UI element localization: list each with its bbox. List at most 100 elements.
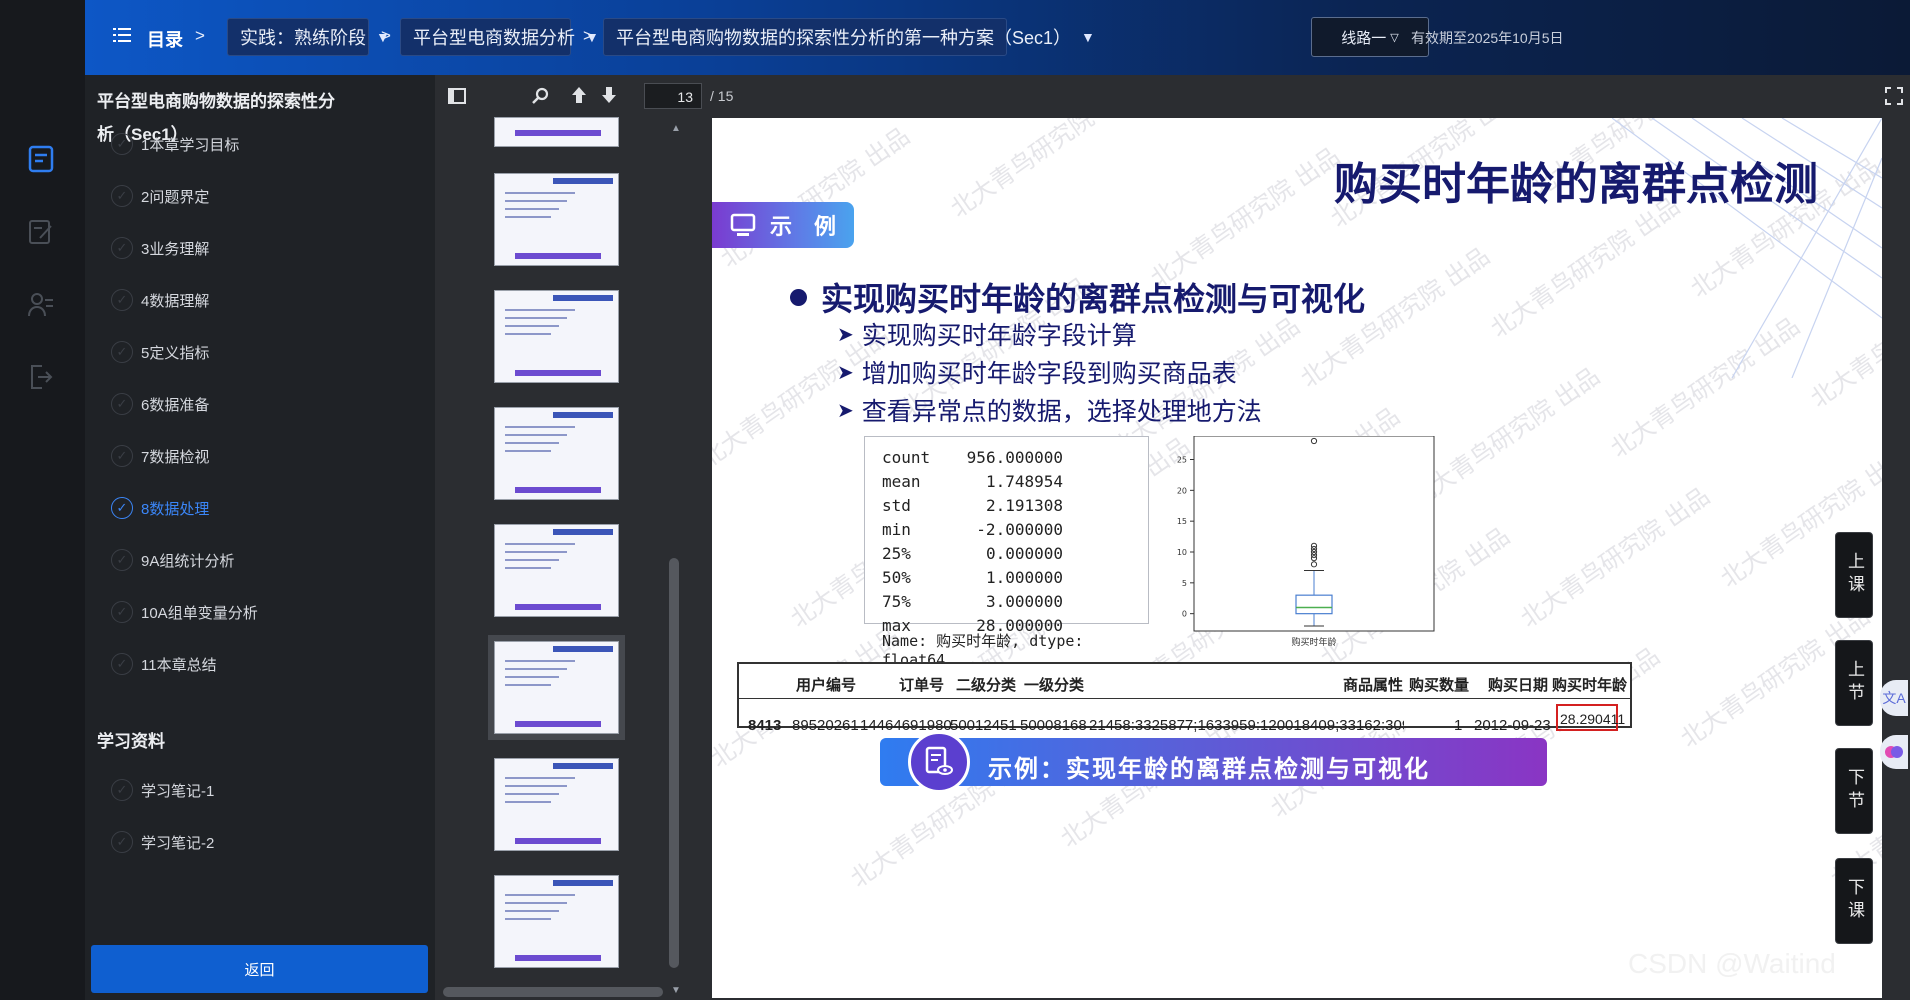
chapter-item[interactable]: ✓ 9A组统计分析 (111, 548, 234, 572)
thumb-text-line (505, 660, 575, 662)
crumb-section-select[interactable]: 平台型电商购物数据的探索性分析的第一种方案（Sec1） ▼ (603, 18, 1095, 56)
chapter-sidebar: 平台型电商购物数据的探索性分 析（Sec1） ✓ 1本章学习目标 ✓ 2问题界定 ✓ 3业… (85, 75, 435, 1000)
chapter-item[interactable]: ✓ 3业务理解 (111, 236, 209, 260)
table-header: 购买数量 (1409, 677, 1470, 694)
horizontal-scrollbar[interactable] (443, 987, 663, 997)
heading-text: 实现购买时年龄的离群点检测与可视化 (821, 281, 1366, 317)
page-number-input[interactable]: 13 (644, 83, 702, 109)
bullet-text: 查看异常点的数据，选择处理地方法 (861, 398, 1262, 426)
brain-icon[interactable] (1880, 735, 1908, 769)
check-circle-icon: ✓ (111, 831, 133, 853)
monitor-icon (730, 213, 756, 236)
bullet-item: ➤ 增加购买时年龄字段到购买商品表 (837, 354, 1237, 390)
chapter-item[interactable]: ✓ 4数据理解 (111, 288, 209, 312)
stat-row: mean 1.748954 (882, 469, 1148, 493)
thumb-title-bar (553, 529, 613, 535)
material-item[interactable]: ✓ 学习笔记-1 (111, 778, 214, 802)
thumbnail-panel: ▲ ▼ (435, 75, 688, 1000)
thumb-text-line (505, 910, 559, 912)
previous-page-icon[interactable] (569, 85, 589, 110)
edit-notes-icon[interactable] (22, 213, 60, 251)
thumb-text-line (505, 801, 551, 803)
materials-heading: 学习资料 (97, 732, 165, 751)
banner-text: 示例：实现年龄的离群点检测与可视化 (988, 756, 1430, 783)
thumb-title-bar (553, 178, 613, 184)
stat-row: 75% 3.000000 (882, 589, 1148, 613)
side-nav-button[interactable]: 上节 (1835, 640, 1873, 726)
arrow-bullet-icon: ➤ (837, 361, 854, 384)
chapter-item[interactable]: ✓ 5定义指标 (111, 340, 209, 364)
page-thumbnail[interactable] (494, 290, 619, 383)
page-thumbnail[interactable] (494, 117, 619, 147)
page-thumbnail[interactable] (494, 875, 619, 968)
chapter-label: 8数据处理 (141, 500, 210, 518)
side-nav-button[interactable]: 下课 (1835, 858, 1873, 944)
material-item[interactable]: ✓ 学习笔记-2 (111, 830, 214, 854)
chapter-item[interactable]: ✓ 11本章总结 (111, 652, 217, 676)
thumb-footer-bar (515, 487, 601, 493)
table-header: 商品属性 (1343, 677, 1404, 694)
crumb-course-select[interactable]: 平台型电商数据分析 ▼ (400, 18, 599, 56)
chapter-label: 3业务理解 (141, 240, 210, 258)
course-title-line: 平台型电商购物数据的探索性分 (97, 92, 335, 111)
menu-icon[interactable] (113, 26, 131, 49)
thumb-footer-bar (515, 370, 601, 376)
material-label: 学习笔记-1 (141, 782, 215, 800)
thumb-text-line (505, 333, 551, 335)
side-nav-button[interactable]: 下节 (1835, 748, 1873, 834)
csdn-watermark: CSDN @Waitind (1628, 948, 1836, 979)
x-axis-label: 购买时年龄 (1291, 636, 1336, 648)
stat-row: count 956.000000 (882, 445, 1148, 469)
stat-key: 50% (882, 567, 911, 587)
chapter-label: 1本章学习目标 (141, 136, 240, 154)
thumb-text-line (505, 426, 575, 428)
thumb-text-line (505, 543, 575, 545)
page-thumbnail[interactable] (488, 635, 625, 740)
bottom-banner: 示例：实现年龄的离群点检测与可视化 (880, 738, 1547, 786)
thumb-text-line (505, 793, 559, 795)
chapter-item[interactable]: ✓ 2问题界定 (111, 184, 209, 208)
arrow-bullet-icon: ➤ (837, 399, 854, 422)
chapter-label: 4数据理解 (141, 292, 210, 310)
slide-page: 北大青鸟研究院 出品 北大青鸟研究院 出品 北大青鸟研究院 出品 北大青鸟研究院 出品… (712, 118, 1882, 998)
chapter-item[interactable]: ✓ 6数据准备 (111, 392, 209, 416)
chapter-label: 7数据检视 (141, 448, 210, 466)
exit-icon[interactable] (22, 358, 60, 396)
page-thumbnail[interactable] (494, 173, 619, 266)
chapter-item[interactable]: ✓ 8数据处理 (111, 496, 209, 520)
y-tick-label: 25 (1177, 456, 1187, 465)
search-icon[interactable] (531, 86, 551, 111)
route-label: 线路一 (1341, 29, 1387, 47)
y-tick-label: 20 (1177, 486, 1187, 495)
crumb-stage-select[interactable]: 实践：熟练阶段 ▼ (227, 18, 390, 56)
side-nav-button[interactable]: 上课 (1835, 532, 1873, 618)
chapter-item[interactable]: ✓ 10A组单变量分析 (111, 600, 258, 624)
table-cell: 50012451 (950, 717, 1017, 734)
document-icon[interactable] (22, 140, 60, 178)
chapter-label: 2问题界定 (141, 188, 210, 206)
menu-label[interactable]: 目录 (147, 26, 183, 52)
scroll-up-arrow-icon[interactable]: ▲ (671, 123, 681, 134)
thumb-text-line (505, 676, 559, 678)
next-page-icon[interactable] (599, 85, 619, 110)
chapter-item[interactable]: ✓ 7数据检视 (111, 444, 209, 468)
chapter-item[interactable]: ✓ 1本章学习目标 (111, 132, 239, 156)
chevron-down-icon: ▽ (1390, 31, 1399, 44)
check-circle-icon: ✓ (111, 185, 133, 207)
scroll-down-arrow-icon[interactable]: ▼ (671, 985, 681, 996)
translate-icon[interactable]: 文A (1880, 680, 1908, 716)
stat-value: 2.191308 (985, 495, 1063, 515)
page-thumbnail[interactable] (494, 524, 619, 617)
page-thumbnail[interactable] (494, 758, 619, 851)
thumb-text-line (505, 442, 559, 444)
page-thumbnail[interactable] (494, 407, 619, 500)
thumb-title-bar (553, 412, 613, 418)
bullet-item: ➤ 查看异常点的数据，选择处理地方法 (837, 392, 1262, 428)
fullscreen-icon[interactable] (1884, 86, 1904, 111)
page-total: / 15 (710, 88, 734, 104)
group-icon[interactable] (22, 286, 60, 324)
back-button[interactable]: 返回 (91, 945, 428, 993)
thumbnail-scrollbar[interactable] (669, 558, 679, 968)
y-tick-label: 10 (1177, 548, 1187, 557)
sidebar-toggle-icon[interactable] (447, 86, 467, 111)
